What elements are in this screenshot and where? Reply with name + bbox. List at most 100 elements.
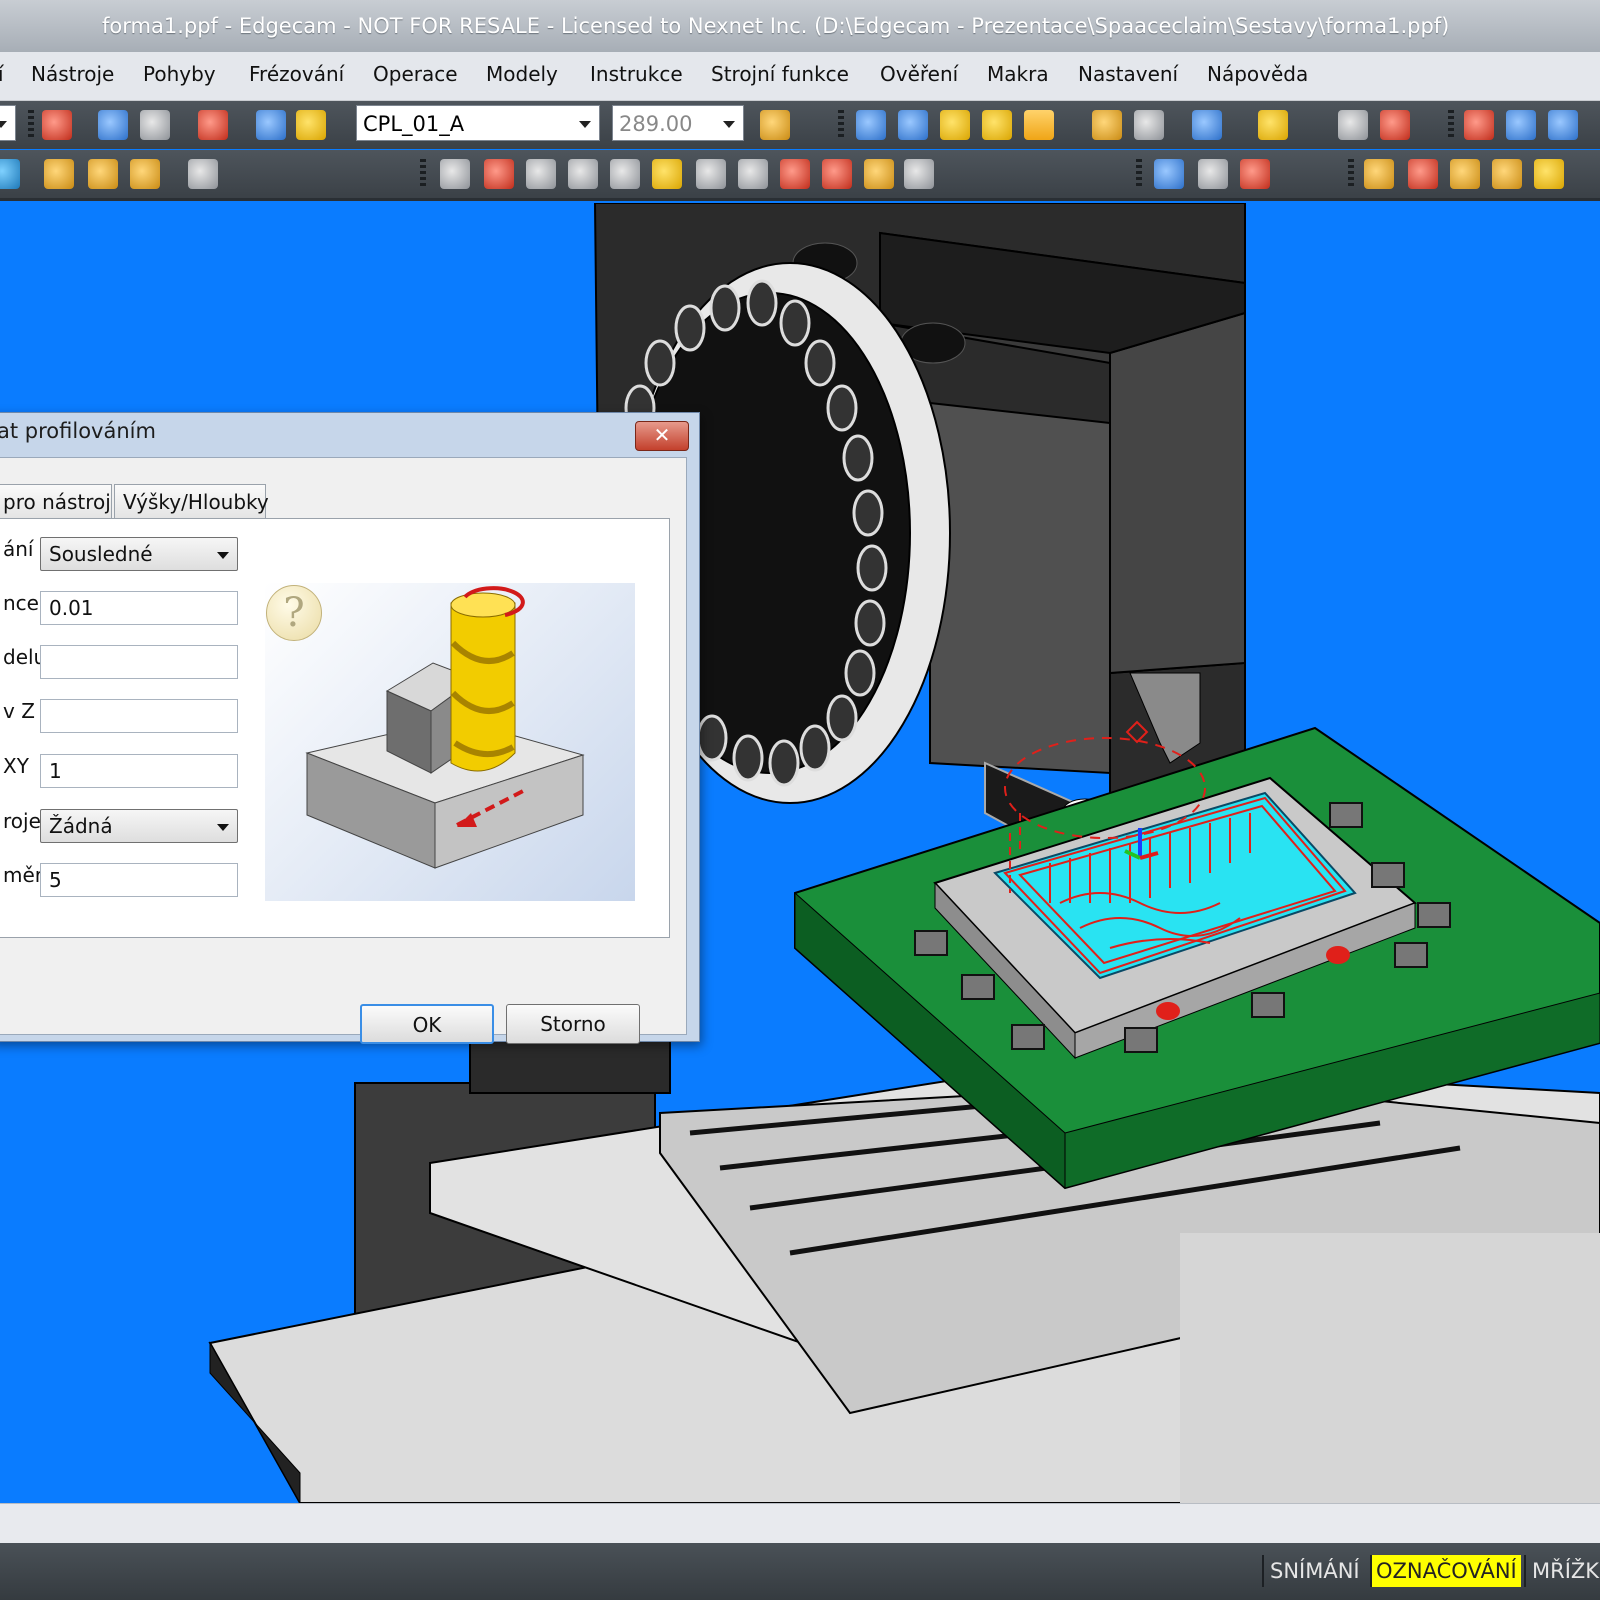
toolbar-grip[interactable] xyxy=(1348,159,1354,189)
cpl-select-value: CPL_01_A xyxy=(363,112,465,136)
insert-icon[interactable] xyxy=(130,159,160,189)
help-icon[interactable]: ? xyxy=(266,585,322,641)
menu-item-frezovani[interactable]: Frézování xyxy=(249,62,344,86)
rib-cycle-icon[interactable] xyxy=(780,159,810,189)
face-icon[interactable] xyxy=(1492,159,1522,189)
cancel-button[interactable]: Storno xyxy=(506,1004,640,1044)
field-label: ání xyxy=(3,537,34,561)
toolbar-grip[interactable] xyxy=(420,159,426,189)
toolbar-overflow-icon[interactable] xyxy=(760,110,790,140)
milling-direction-select[interactable]: Sousledné xyxy=(40,537,238,571)
menu-bar: í Nástroje Pohyby Frézování Operace Mode… xyxy=(0,52,1600,101)
chevron-down-icon xyxy=(217,552,229,559)
status-snap[interactable]: SNÍMÁNÍ xyxy=(1266,1555,1364,1587)
constant-cusp-icon[interactable] xyxy=(696,159,726,189)
tab-tool[interactable]: pro nástroj xyxy=(0,484,112,518)
flat-cycle-icon[interactable] xyxy=(652,159,682,189)
project-cycle-icon[interactable] xyxy=(822,159,852,189)
tolerance-field[interactable]: 0.01 xyxy=(40,591,238,625)
cpl-icon[interactable] xyxy=(898,110,928,140)
close-icon: ✕ xyxy=(653,423,671,447)
menu-item-modely[interactable]: Modely xyxy=(486,62,558,86)
spiral-cycle-icon[interactable] xyxy=(484,159,514,189)
toolbar-grip[interactable] xyxy=(28,110,34,140)
delete-icon[interactable] xyxy=(198,110,228,140)
thermometer-icon[interactable] xyxy=(1464,110,1494,140)
step-icon[interactable] xyxy=(1450,159,1480,189)
cycle-icon[interactable] xyxy=(0,159,20,189)
field-label: měr xyxy=(3,863,44,887)
status-bar: SNÍMÁNÍ OZNAČOVÁNÍ MŘÍŽK xyxy=(0,1543,1600,1600)
menu-item-pohyby[interactable]: Pohyby xyxy=(143,62,216,86)
toolbar-milling xyxy=(0,150,1600,201)
spindle-icon[interactable] xyxy=(1240,159,1270,189)
finishing-icon[interactable] xyxy=(88,159,118,189)
partial-select[interactable] xyxy=(0,105,16,141)
menu-item-operace[interactable]: Operace xyxy=(373,62,458,86)
field-label: XY xyxy=(3,754,29,778)
measure-icon[interactable] xyxy=(296,110,326,140)
status-bar-upper xyxy=(0,1503,1600,1544)
curve-icon[interactable] xyxy=(1380,110,1410,140)
undo-icon[interactable] xyxy=(98,110,128,140)
menu-item-napoveda[interactable]: Nápověda xyxy=(1207,62,1308,86)
menu-item-strojni-funkce[interactable]: Strojní funkce xyxy=(711,62,849,86)
stock-icon[interactable] xyxy=(1548,110,1578,140)
rest-cycle-icon[interactable] xyxy=(738,159,768,189)
fixture-icon[interactable] xyxy=(1506,110,1536,140)
menu-item-overeni[interactable]: Ověření xyxy=(880,62,958,86)
ratio-field[interactable]: 5 xyxy=(40,863,238,897)
menu-item-partial[interactable]: í xyxy=(0,62,4,86)
status-grid[interactable]: MŘÍŽK xyxy=(1528,1555,1600,1587)
profiling-dialog: at profilováním ✕ pro nástroj Výšky/Hlou… xyxy=(0,412,700,1044)
tool-change-icon[interactable] xyxy=(1198,159,1228,189)
chevron-down-icon xyxy=(217,824,229,831)
toolbar-grip[interactable] xyxy=(1136,159,1142,189)
menu-item-nastaveni[interactable]: Nastavení xyxy=(1078,62,1178,86)
ok-button[interactable]: OK xyxy=(360,1004,494,1044)
grid-icon[interactable] xyxy=(1338,110,1368,140)
dialog-title: at profilováním xyxy=(0,419,156,443)
shaded-view-icon[interactable] xyxy=(1092,110,1122,140)
profile-cycle-icon[interactable] xyxy=(440,159,470,189)
pocket-icon[interactable] xyxy=(1408,159,1438,189)
cpl-select[interactable]: CPL_01_A xyxy=(356,105,600,141)
menu-item-makra[interactable]: Makra xyxy=(987,62,1049,86)
tool-select[interactable]: Žádná xyxy=(40,809,238,843)
hidden-line-icon[interactable] xyxy=(1134,110,1164,140)
pencil-cycle-icon[interactable] xyxy=(610,159,640,189)
tool-icon[interactable] xyxy=(1192,110,1222,140)
close-button[interactable]: ✕ xyxy=(635,421,689,451)
view-cube-icon[interactable] xyxy=(1024,110,1054,140)
chevron-down-icon xyxy=(579,121,591,128)
toolbar-grip[interactable] xyxy=(838,110,844,140)
angle-icon[interactable] xyxy=(1154,159,1184,189)
roughing-icon[interactable] xyxy=(44,159,74,189)
nc-code-icon[interactable] xyxy=(188,159,218,189)
model-field[interactable] xyxy=(40,645,238,679)
xy-field[interactable]: 1 xyxy=(40,754,238,788)
window-title-bar: forma1.ppf - Edgecam - NOT FOR RESALE - … xyxy=(0,0,1600,52)
info-icon[interactable] xyxy=(256,110,286,140)
five-axis-icon[interactable] xyxy=(864,159,894,189)
pan-icon[interactable] xyxy=(982,110,1012,140)
status-select[interactable]: OZNAČOVÁNÍ xyxy=(1372,1555,1521,1587)
menu-item-nastroje[interactable]: Nástroje xyxy=(31,62,114,86)
zlevel-cycle-icon[interactable] xyxy=(526,159,556,189)
z-field[interactable] xyxy=(40,699,238,733)
toolbar-main xyxy=(0,101,1600,149)
select-icon[interactable] xyxy=(856,110,886,140)
eraser-icon[interactable] xyxy=(42,110,72,140)
redo-icon[interactable] xyxy=(140,110,170,140)
menu-item-instrukce[interactable]: Instrukce xyxy=(590,62,683,86)
status-separator xyxy=(1524,1555,1526,1587)
rotate-icon[interactable] xyxy=(940,110,970,140)
chamfer-icon[interactable] xyxy=(1534,159,1564,189)
tab-heights-depths[interactable]: Výšky/Hloubky xyxy=(114,484,269,518)
value-select[interactable]: 289.00 xyxy=(612,105,744,141)
layers-icon[interactable] xyxy=(1258,110,1288,140)
feature-icon[interactable] xyxy=(1364,159,1394,189)
toolbar-grip[interactable] xyxy=(1448,110,1454,140)
timer-icon[interactable] xyxy=(904,159,934,189)
parallel-cycle-icon[interactable] xyxy=(568,159,598,189)
